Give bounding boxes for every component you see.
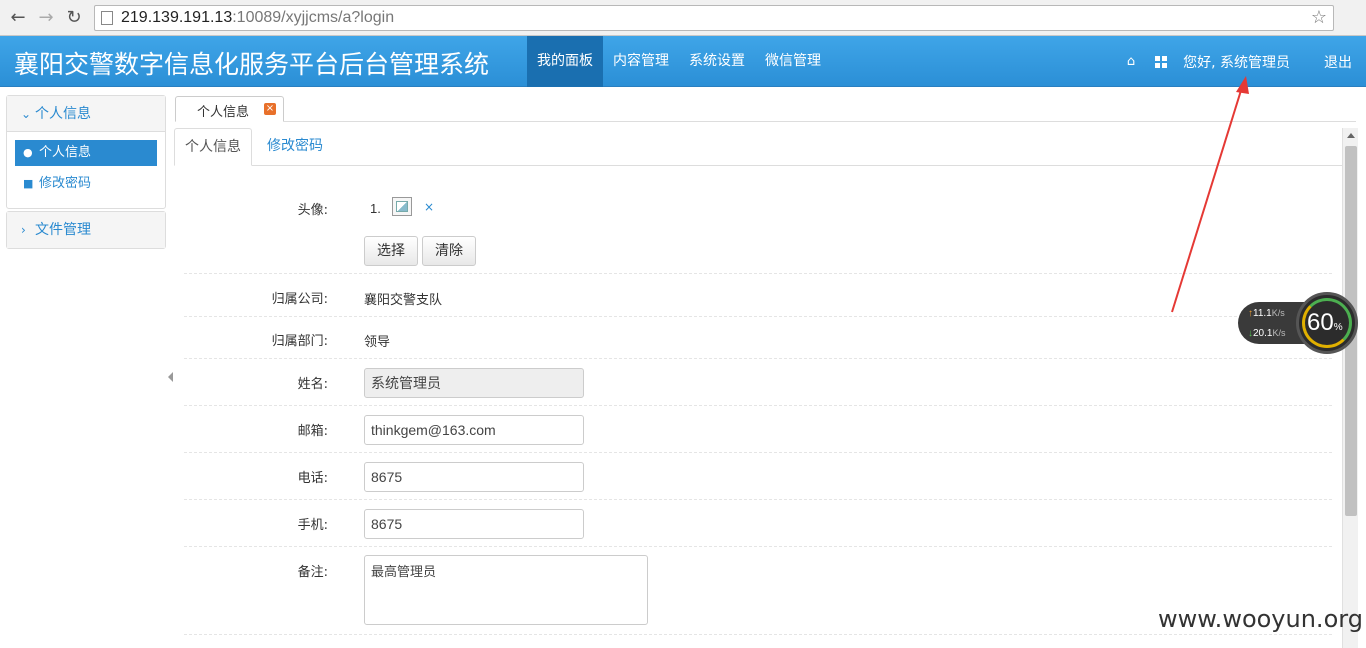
download-speed-value: 20.1 <box>1253 328 1273 339</box>
chevron-down-icon: ⌄ <box>21 107 32 121</box>
back-icon[interactable]: ← <box>6 6 30 30</box>
reload-icon[interactable]: ↻ <box>62 6 86 30</box>
email-input[interactable]: thinkgem@163.com <box>364 415 584 445</box>
company-label: 归属公司: <box>271 292 328 307</box>
avatar-index: 1. <box>370 201 381 216</box>
gauge-percent-value: 60 <box>1307 309 1334 336</box>
form-row-department: 归属部门: 领导 <box>184 317 1332 359</box>
lock-icon: ■ <box>23 177 34 190</box>
user-icon: ● <box>23 146 33 159</box>
logout-link[interactable]: 退出 <box>1324 52 1352 72</box>
nav-content-management[interactable]: 内容管理 <box>603 36 679 87</box>
browser-toolbar: ← → ↻ 219.139.191.13:10089/xyjjcms/a?log… <box>0 0 1366 36</box>
form-row-name: 姓名: 系统管理员 <box>184 359 1332 406</box>
header-user-area: ⌂ 您好, 系统管理员 退出 <box>1127 36 1366 87</box>
remarks-textarea[interactable]: 最高管理员 <box>364 555 648 625</box>
personal-info-form: 头像: 1. × 选择 清除 归属公司: 襄阳交警支队 归属部门: 领导 姓名:… <box>184 166 1332 635</box>
upload-speed: ↑11.1K/s <box>1248 308 1285 319</box>
upload-speed-unit: K/s <box>1271 308 1285 318</box>
app-header: 襄阳交警数字信息化服务平台后台管理系统 我的面板 内容管理 系统设置 微信管理 … <box>0 36 1366 87</box>
memory-gauge[interactable]: 60% <box>1296 292 1358 354</box>
top-nav: 我的面板 内容管理 系统设置 微信管理 <box>527 36 831 87</box>
sidebar-panel-files: › 文件管理 <box>6 211 166 249</box>
page-icon <box>101 11 113 25</box>
forward-icon[interactable]: → <box>34 6 58 30</box>
download-speed-unit: K/s <box>1272 328 1286 338</box>
name-label: 姓名: <box>297 377 328 392</box>
email-label: 邮箱: <box>297 424 328 439</box>
download-speed: ↓20.1K/s <box>1248 328 1285 339</box>
url-path: :10089/xyjjcms/a?login <box>232 9 395 26</box>
form-row-mobile: 手机: 8675 <box>184 500 1332 547</box>
content-tab-personal-info[interactable]: 个人信息 × <box>175 96 284 122</box>
sidebar-panel-title: 个人信息 <box>35 106 91 122</box>
form-row-company: 归属公司: 襄阳交警支队 <box>184 274 1332 317</box>
avatar-image[interactable] <box>392 197 412 216</box>
sidebar-panel-personal: ⌄ 个人信息 ● 个人信息 ■ 修改密码 <box>6 95 166 209</box>
sidebar-item-personal-info[interactable]: ● 个人信息 <box>15 140 157 166</box>
select-avatar-button[interactable]: 选择 <box>364 236 418 266</box>
avatar-remove-icon[interactable]: × <box>424 200 434 214</box>
content-scrollbar[interactable] <box>1342 128 1358 648</box>
scroll-up-icon[interactable] <box>1347 133 1355 138</box>
sidebar: ⌄ 个人信息 ● 个人信息 ■ 修改密码 › 文件管理 <box>6 95 166 251</box>
sidebar-item-label: 个人信息 <box>39 145 92 160</box>
form-tabs: 个人信息 修改密码 <box>174 128 1342 166</box>
tab-personal-info[interactable]: 个人信息 <box>174 128 252 166</box>
mobile-label: 手机: <box>297 518 328 533</box>
chevron-right-icon: › <box>21 223 26 237</box>
home-icon[interactable]: ⌂ <box>1127 54 1135 69</box>
form-row-avatar: 头像: 1. × 选择 清除 <box>184 166 1332 274</box>
bookmark-star-icon[interactable]: ☆ <box>1311 7 1327 28</box>
department-label: 归属部门: <box>271 334 328 349</box>
nav-my-panel[interactable]: 我的面板 <box>527 36 603 87</box>
gauge-percent-sign: % <box>1333 322 1343 333</box>
url-host: 219.139.191.13 <box>121 9 233 26</box>
name-input: 系统管理员 <box>364 368 584 398</box>
department-value: 领导 <box>364 335 391 350</box>
sidebar-panel-files-header[interactable]: › 文件管理 <box>7 212 165 248</box>
address-url: 219.139.191.13:10089/xyjjcms/a?login <box>121 9 394 27</box>
sidebar-panel-title: 文件管理 <box>35 222 91 238</box>
avatar-label: 头像: <box>297 203 328 218</box>
sidebar-item-label: 修改密码 <box>39 176 92 191</box>
close-icon[interactable]: × <box>264 103 276 115</box>
sidebar-panel-personal-header[interactable]: ⌄ 个人信息 <box>7 96 165 132</box>
tab-change-password[interactable]: 修改密码 <box>267 128 323 166</box>
grid-icon[interactable] <box>1155 55 1168 68</box>
sidebar-item-change-password[interactable]: ■ 修改密码 <box>15 171 157 197</box>
user-greeting[interactable]: 您好, 系统管理员 <box>1183 52 1290 72</box>
phone-input[interactable]: 8675 <box>364 462 584 492</box>
nav-wechat-management[interactable]: 微信管理 <box>755 36 831 87</box>
watermark: www.wooyun.org <box>1158 605 1363 633</box>
nav-system-settings[interactable]: 系统设置 <box>679 36 755 87</box>
gauge-percent: 60% <box>1307 309 1343 337</box>
mobile-input[interactable]: 8675 <box>364 509 584 539</box>
form-row-phone: 电话: 8675 <box>184 453 1332 500</box>
system-title[interactable]: 襄阳交警数字信息化服务平台后台管理系统 <box>14 45 489 81</box>
company-value: 襄阳交警支队 <box>364 293 443 308</box>
phone-label: 电话: <box>297 471 328 486</box>
sidebar-collapse-handle[interactable] <box>168 372 173 382</box>
form-row-email: 邮箱: thinkgem@163.com <box>184 406 1332 453</box>
upload-speed-value: 11.1 <box>1253 308 1272 319</box>
address-bar[interactable]: 219.139.191.13:10089/xyjjcms/a?login ☆ <box>94 5 1334 31</box>
clear-avatar-button[interactable]: 清除 <box>422 236 476 266</box>
remarks-label: 备注: <box>297 565 328 580</box>
tab-divider <box>284 121 1356 122</box>
content-tab-label: 个人信息 <box>197 105 250 120</box>
